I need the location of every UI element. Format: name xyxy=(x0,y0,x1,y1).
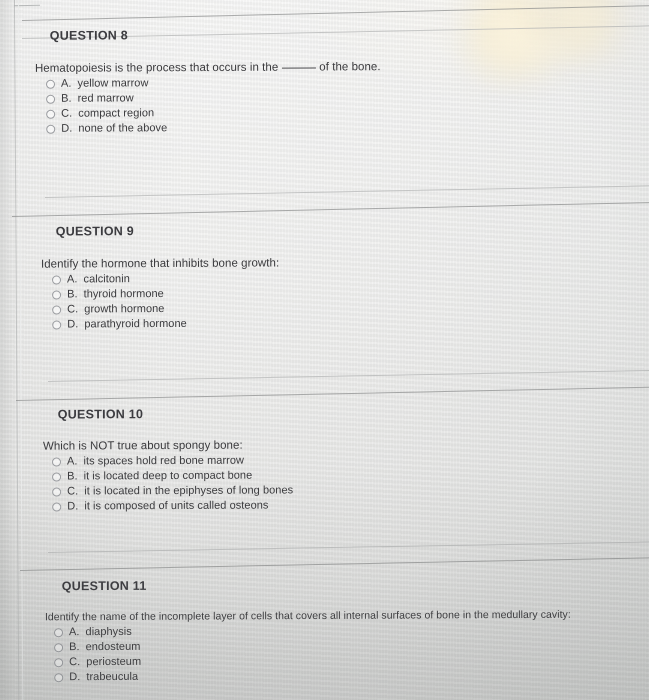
radio-button-icon[interactable] xyxy=(53,627,64,637)
question-block-11: QUESTION 11 Identify the name of the inc… xyxy=(45,577,571,684)
radio-button-icon[interactable] xyxy=(52,304,62,315)
question-8-stem-before-blank: Hematopoiesis is the process that occurs… xyxy=(34,61,279,75)
question-block-8: QUESTION 8 Hematopoiesis is the process … xyxy=(35,27,381,135)
question-10-options: A. its spaces hold red bone marrow B. it… xyxy=(46,454,294,513)
option-8-a[interactable]: A. yellow marrow xyxy=(45,76,381,90)
option-text: yellow marrow xyxy=(77,77,149,90)
option-letter: A. xyxy=(68,626,80,639)
option-letter: B. xyxy=(67,288,78,301)
option-letter: C. xyxy=(61,107,73,120)
radio-button-icon[interactable] xyxy=(46,94,56,104)
radio-button-icon[interactable] xyxy=(52,319,62,330)
question-10-heading: QUESTION 10 xyxy=(57,407,144,422)
option-letter: D. xyxy=(67,500,79,513)
option-10-c[interactable]: C. it is located in the epiphyses of lon… xyxy=(52,484,294,498)
option-letter: D. xyxy=(69,671,81,684)
option-letter: B. xyxy=(61,92,72,105)
option-letter: D. xyxy=(67,318,79,331)
option-text: parathyroid hormone xyxy=(84,317,187,331)
option-10-a[interactable]: A. its spaces hold red bone marrow xyxy=(51,454,293,468)
option-9-c[interactable]: C. growth hormone xyxy=(52,302,279,315)
radio-button-icon[interactable] xyxy=(52,472,62,482)
option-text: it is located in the epiphyses of long b… xyxy=(84,484,294,498)
option-text: growth hormone xyxy=(84,302,165,316)
question-11-heading: QUESTION 11 xyxy=(61,578,147,594)
option-text: compact region xyxy=(78,107,155,120)
quiz-screenshot-photo: QUESTION 8 Hematopoiesis is the process … xyxy=(0,0,649,700)
radio-button-icon[interactable] xyxy=(46,124,56,134)
option-text: it is located deep to compact bone xyxy=(83,469,253,483)
question-9-heading: QUESTION 9 xyxy=(55,224,135,239)
option-8-b[interactable]: B. red marrow xyxy=(46,91,381,105)
option-text: diaphysis xyxy=(85,625,132,639)
option-text: calcitonin xyxy=(83,273,130,286)
option-text: trabeucula xyxy=(86,670,139,684)
question-9-options: A. calcitonin B. thyroid hormone C. grow… xyxy=(44,272,280,330)
question-11-options: A. diaphysis B. endosteum C. periosteum … xyxy=(50,624,571,684)
question-block-10: QUESTION 10 Which is NOT true about spon… xyxy=(42,406,294,513)
question-8-stem-after-blank: of the bone. xyxy=(319,61,381,74)
option-text: none of the above xyxy=(78,122,168,135)
radio-button-icon[interactable] xyxy=(52,502,62,512)
option-8-d[interactable]: D. none of the above xyxy=(46,121,381,135)
option-11-d[interactable]: D. trabeucula xyxy=(54,669,571,684)
option-letter: C. xyxy=(69,656,81,669)
option-9-b[interactable]: B. thyroid hormone xyxy=(52,287,279,300)
option-text: endosteum xyxy=(85,640,141,654)
option-9-d[interactable]: D. parathyroid hormone xyxy=(52,317,279,330)
option-text: its spaces hold red bone marrow xyxy=(83,454,245,468)
radio-button-icon[interactable] xyxy=(51,274,62,285)
question-10-stem: Which is NOT true about spongy bone: xyxy=(42,439,243,453)
question-8-heading: QUESTION 8 xyxy=(49,28,129,43)
radio-button-icon[interactable] xyxy=(52,487,62,497)
radio-button-icon[interactable] xyxy=(45,79,56,89)
radio-button-icon[interactable] xyxy=(52,289,62,300)
option-letter: B. xyxy=(67,470,78,483)
question-8-stem: Hematopoiesis is the process that occurs… xyxy=(35,61,381,75)
option-letter: A. xyxy=(66,455,78,468)
option-letter: D. xyxy=(61,122,73,135)
fill-in-blank xyxy=(282,67,317,69)
option-text: periosteum xyxy=(86,655,142,669)
question-8-options: A. yellow marrow B. red marrow C. compac… xyxy=(38,76,381,135)
question-block-9: QUESTION 9 Identify the hormone that inh… xyxy=(40,223,280,330)
option-letter: C. xyxy=(67,485,79,498)
option-letter: C. xyxy=(67,303,79,316)
option-11-c[interactable]: C. periosteum xyxy=(54,654,571,669)
option-10-d[interactable]: D. it is composed of units called osteon… xyxy=(52,499,293,513)
option-11-b[interactable]: B. endosteum xyxy=(54,639,571,654)
option-9-a[interactable]: A. calcitonin xyxy=(51,272,279,286)
option-letter: B. xyxy=(69,641,80,654)
option-text: it is composed of units called osteons xyxy=(84,499,269,513)
option-10-b[interactable]: B. it is located deep to compact bone xyxy=(52,469,293,483)
question-11-stem: Identify the name of the incomplete laye… xyxy=(44,608,571,624)
option-8-c[interactable]: C. compact region xyxy=(46,106,381,120)
option-text: thyroid hormone xyxy=(83,287,164,301)
option-11-a[interactable]: A. diaphysis xyxy=(53,624,571,639)
radio-button-icon[interactable] xyxy=(46,109,56,119)
radio-button-icon[interactable] xyxy=(51,457,62,467)
option-text: red marrow xyxy=(77,92,134,105)
radio-button-icon[interactable] xyxy=(54,672,64,682)
radio-button-icon[interactable] xyxy=(54,657,64,667)
question-9-stem: Identify the hormone that inhibits bone … xyxy=(40,257,280,271)
radio-button-icon[interactable] xyxy=(54,642,64,652)
option-letter: A. xyxy=(66,273,78,286)
option-letter: A. xyxy=(60,77,72,90)
